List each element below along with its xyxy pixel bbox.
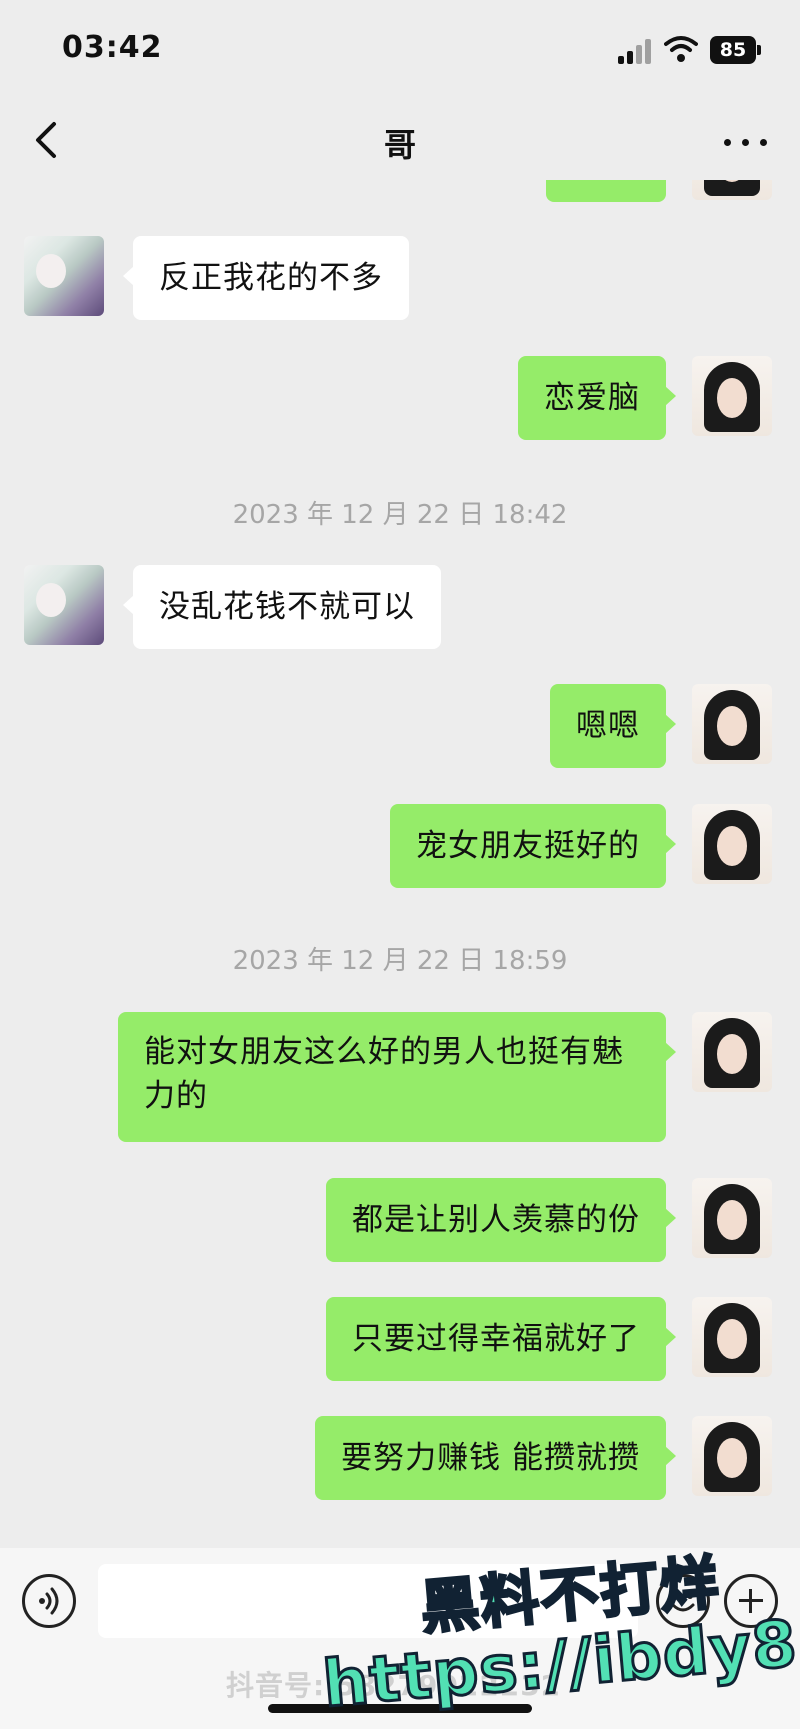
message-bubble[interactable]: 恋爱脑 [518, 356, 676, 440]
message-row: 宠女朋友挺好的 [0, 804, 800, 888]
signal-icon [618, 38, 654, 64]
self-avatar[interactable] [692, 1416, 772, 1496]
battery-icon: 85 [710, 36, 762, 64]
message-row: 能对女朋友这么好的男人也挺有魅力的 [0, 1012, 800, 1142]
status-bar: 03:42 85 [0, 0, 800, 92]
message-row: 没乱花钱不就可以 [0, 565, 800, 649]
message-bubble[interactable]: 都是让别人羡慕的份 [326, 1178, 676, 1262]
message-row: 要努力赚钱 能攒就攒 [0, 1416, 800, 1500]
status-time: 03:42 [62, 30, 163, 65]
message-bubble[interactable]: 嗯嗯 [550, 684, 676, 768]
message-bubble[interactable]: 没乱花钱不就可以 [123, 565, 441, 649]
message-row: 只要过得幸福就好了 [0, 1297, 800, 1381]
self-avatar[interactable] [692, 1012, 772, 1092]
message-bubble[interactable]: 反正我花的不多 [123, 236, 409, 320]
self-avatar[interactable] [692, 356, 772, 436]
message-row: 都是让别人羡慕的份 [0, 1178, 800, 1262]
self-avatar[interactable] [692, 1178, 772, 1258]
message-bubble[interactable]: 宠女朋友挺好的 [390, 804, 676, 888]
contact-avatar[interactable] [24, 236, 104, 316]
message-timestamp: 2023 年 12 月 22 日 18:42 [232, 500, 568, 530]
self-avatar[interactable] [692, 684, 772, 764]
message-row: 恋爱脑 [0, 356, 800, 440]
partial-message-bubble[interactable] [546, 180, 666, 202]
more-options-icon[interactable] [716, 122, 776, 162]
self-avatar[interactable] [692, 1297, 772, 1377]
self-avatar[interactable] [692, 804, 772, 884]
message-bubble[interactable]: 要努力赚钱 能攒就攒 [315, 1416, 676, 1500]
contact-avatar[interactable] [24, 565, 104, 645]
self-avatar[interactable] [692, 180, 772, 200]
message-bubble[interactable]: 能对女朋友这么好的男人也挺有魅力的 [118, 1012, 676, 1142]
title-bar: 哥 [0, 92, 800, 188]
chat-title: 哥 [383, 126, 416, 164]
message-row: 嗯嗯 [0, 684, 800, 768]
message-timestamp: 2023 年 12 月 22 日 18:59 [232, 946, 568, 976]
voice-input-icon[interactable] [22, 1574, 76, 1628]
message-bubble[interactable]: 只要过得幸福就好了 [326, 1297, 676, 1381]
message-list[interactable]: 反正我花的不多 恋爱脑 2023 年 12 月 22 日 18:42 没乱花钱不… [0, 180, 800, 1550]
message-row: 反正我花的不多 [0, 236, 800, 320]
wifi-icon [664, 36, 698, 62]
battery-level: 85 [710, 36, 756, 64]
